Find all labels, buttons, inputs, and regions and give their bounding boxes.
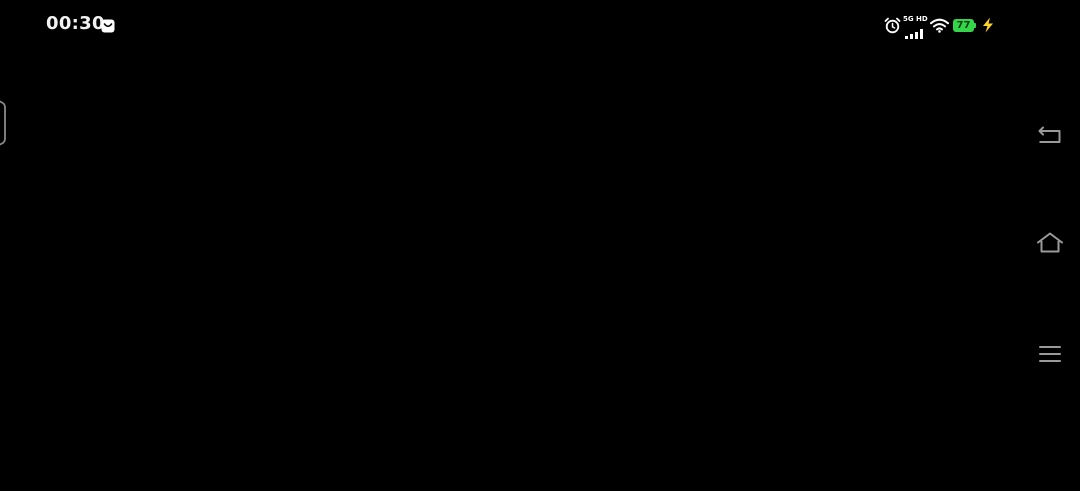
battery-body: 77 [953, 19, 974, 32]
message-bag-icon [101, 18, 115, 33]
battery-level: 77 [956, 20, 971, 31]
alarm-clock-icon [884, 17, 901, 34]
battery-indicator: 77 [953, 19, 977, 32]
home-button[interactable] [1034, 227, 1066, 259]
wifi-icon [930, 18, 949, 33]
battery-cap [974, 23, 976, 28]
back-button[interactable] [1034, 118, 1066, 150]
home-icon [1037, 232, 1063, 253]
recents-menu-icon [1039, 346, 1061, 362]
back-arrow-icon [1038, 126, 1061, 143]
screen: { "status_bar": { "time": "00:30", "noti… [0, 0, 1080, 491]
recents-button[interactable] [1034, 338, 1066, 370]
navigation-bar [1020, 80, 1080, 410]
lightning-icon [981, 17, 995, 33]
status-bar: 00:30 5G HD 77 [0, 0, 1080, 52]
side-panel-handle-icon[interactable] [0, 100, 7, 146]
status-time: 00:30 [46, 13, 105, 34]
network-type-label: 5G HD [903, 15, 928, 23]
cell-signal-icon [905, 24, 927, 39]
